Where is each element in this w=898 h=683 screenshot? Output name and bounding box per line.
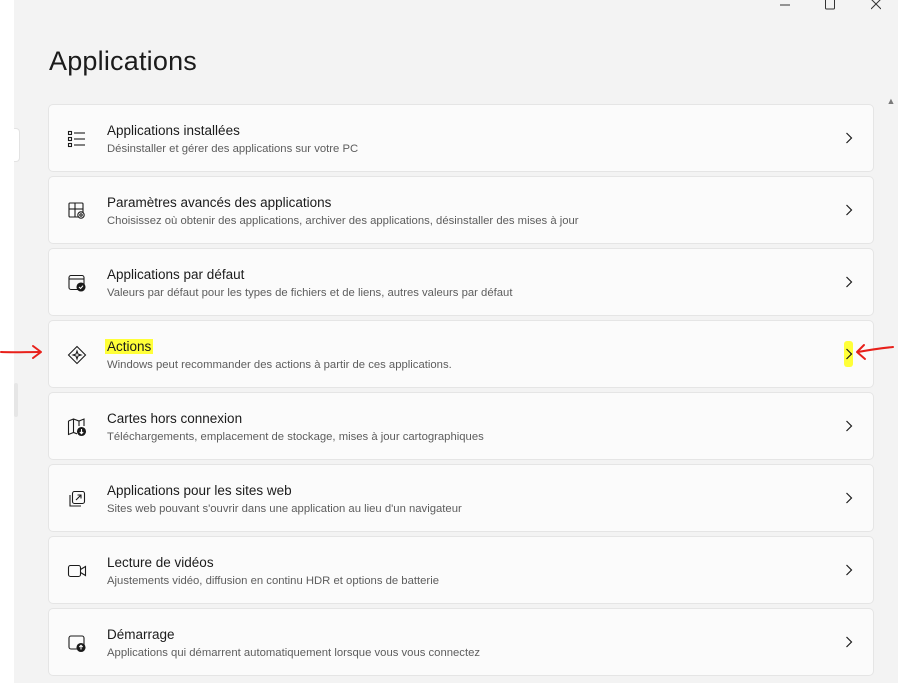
actions-icon xyxy=(66,344,88,366)
default-apps-icon xyxy=(66,272,88,294)
chevron-right-icon xyxy=(843,418,855,434)
list-icon xyxy=(66,128,88,150)
annotation-arrow-left xyxy=(0,345,42,359)
settings-item-installed-apps[interactable]: Applications installées Désinstaller et … xyxy=(48,104,874,172)
item-title: Applications par défaut xyxy=(107,267,245,282)
item-title: Actions xyxy=(105,339,154,354)
settings-item-apps-for-websites[interactable]: Applications pour les sites web Sites we… xyxy=(48,464,874,532)
settings-list: Applications installées Désinstaller et … xyxy=(48,104,874,680)
highlighted-title: Actions xyxy=(105,339,154,354)
settings-item-offline-maps[interactable]: Cartes hors connexion Téléchargements, e… xyxy=(48,392,874,460)
item-subtitle: Désinstaller et gérer des applications s… xyxy=(107,143,359,155)
item-subtitle: Sites web pouvant s'ouvrir dans une appl… xyxy=(107,503,462,515)
navigation-pane-edge[interactable] xyxy=(14,128,20,162)
offline-maps-icon xyxy=(66,416,88,438)
chevron-right-icon xyxy=(843,130,855,146)
scrollbar-up-arrow[interactable]: ▲ xyxy=(886,96,896,106)
minimize-button[interactable] xyxy=(765,0,805,12)
close-button[interactable] xyxy=(856,0,896,12)
apps-gear-icon xyxy=(66,200,88,222)
item-subtitle: Choisissez où obtenir des applications, … xyxy=(107,215,579,227)
video-icon xyxy=(66,560,88,582)
item-title: Applications installées xyxy=(107,123,240,138)
item-title: Applications pour les sites web xyxy=(107,483,292,498)
settings-item-default-apps[interactable]: Applications par défaut Valeurs par défa… xyxy=(48,248,874,316)
chevron-right-icon xyxy=(843,346,855,362)
item-title: Démarrage xyxy=(107,627,175,642)
minimize-icon xyxy=(780,0,790,12)
settings-item-video-playback[interactable]: Lecture de vidéos Ajustements vidéo, dif… xyxy=(48,536,874,604)
startup-icon xyxy=(66,632,88,654)
item-subtitle: Téléchargements, emplacement de stockage… xyxy=(107,431,484,443)
chevron-right-icon xyxy=(843,634,855,650)
settings-item-advanced-app-settings[interactable]: Paramètres avancés des applications Choi… xyxy=(48,176,874,244)
item-subtitle: Ajustements vidéo, diffusion en continu … xyxy=(107,575,439,587)
item-subtitle: Valeurs par défaut pour les types de fic… xyxy=(107,287,513,299)
chevron-right-icon xyxy=(843,490,855,506)
maximize-button[interactable] xyxy=(810,0,850,12)
website-apps-icon xyxy=(66,488,88,510)
chevron-right-icon xyxy=(843,562,855,578)
item-title: Paramètres avancés des applications xyxy=(107,195,332,210)
close-icon xyxy=(870,0,882,12)
chevron-right-icon xyxy=(843,274,855,290)
item-subtitle: Windows peut recommander des actions à p… xyxy=(107,359,452,371)
item-title: Cartes hors connexion xyxy=(107,411,243,426)
annotation-arrow-right xyxy=(856,344,894,360)
page-title: Applications xyxy=(49,46,197,76)
chevron-right-icon xyxy=(843,202,855,218)
settings-item-startup[interactable]: Démarrage Applications qui démarrent aut… xyxy=(48,608,874,676)
navigation-selection-indicator xyxy=(14,383,18,417)
item-title: Lecture de vidéos xyxy=(107,555,214,570)
maximize-icon xyxy=(825,0,835,12)
item-subtitle: Applications qui démarrent automatiqueme… xyxy=(107,647,481,659)
settings-item-actions[interactable]: Actions Windows peut recommander des act… xyxy=(48,320,874,388)
